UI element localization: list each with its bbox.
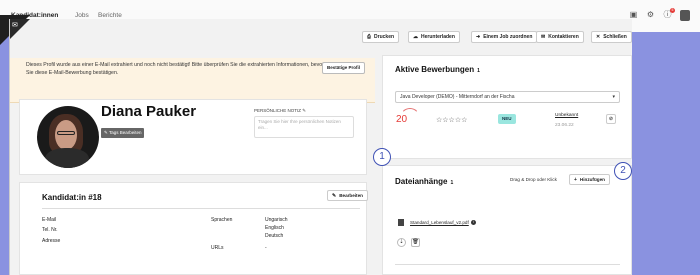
avatar-face: [55, 120, 77, 150]
edit-tags-label: Tags Bearbeiten: [108, 130, 142, 135]
applications-count: 1: [477, 68, 480, 74]
applications-title-text: Aktive Bewerbungen: [395, 65, 475, 74]
add-attachment-button[interactable]: + Hinzufügen: [569, 174, 610, 185]
phone-label: Tel. Nr.: [42, 227, 58, 233]
user-avatar[interactable]: [680, 10, 690, 21]
close-label: Schließen: [603, 34, 627, 40]
job-select[interactable]: Java Developer (DEMO) - Mitterndorf an d…: [395, 91, 620, 103]
applications-title: Aktive Bewerbungen 1: [395, 65, 480, 74]
tab-reports[interactable]: Berichte: [98, 12, 122, 19]
confirm-profile-button[interactable]: Bestätige Profil: [322, 62, 366, 74]
assign-job-label: Einem Job zuordnen: [483, 34, 533, 40]
close-icon: ✕: [596, 34, 601, 40]
candidate-modal: ✉ ⎙ Drucken ☁ Herunterladen ➜ Einem Job zuo…: [9, 19, 632, 275]
edit-tags-button[interactable]: ✎ Tags Bearbeiten: [101, 128, 145, 138]
edit-note-icon: ✎: [302, 108, 307, 113]
candidate-name: Diana Pauker: [101, 103, 197, 120]
envelope-icon: ✉: [541, 34, 546, 40]
language-3: Deutsch: [265, 233, 284, 239]
pipeline-stage-link[interactable]: Unbekannt: [555, 113, 578, 118]
assign-job-button[interactable]: ➜ Einem Job zuordnen: [471, 31, 538, 43]
divider: [42, 208, 360, 209]
email-label: E-Mail: [42, 217, 57, 223]
languages-label: Sprachen: [211, 217, 233, 223]
edit-candidate-label: Bearbeiten: [339, 193, 363, 198]
urls-value: -: [265, 245, 267, 251]
personal-note-input[interactable]: Tragen Sie hier Ihre persönlichen Notize…: [254, 116, 354, 138]
candidate-title: Kandidat:in #18: [42, 193, 102, 202]
contact-label: Kontaktieren: [548, 34, 579, 40]
add-attachment-label: Hinzufügen: [579, 177, 605, 182]
language-2: Englisch: [265, 225, 284, 231]
attachments-count: 1: [450, 180, 454, 186]
rating-stars[interactable]: ☆☆☆☆☆: [436, 116, 467, 124]
download-file-button[interactable]: ⇣: [397, 238, 406, 247]
annotation-marker-1: 1: [373, 148, 391, 166]
tab-jobs[interactable]: Jobs: [75, 12, 89, 19]
attachments-card: Dateianhänge 1 Drag & Drop oder Klick + Hi…: [382, 165, 632, 275]
status-badge[interactable]: NEU: [498, 114, 516, 124]
chevron-down-icon: ▾: [612, 94, 615, 100]
notification-badge: 5: [670, 8, 675, 13]
attachments-title-text: Dateianhänge: [395, 177, 448, 186]
plus-icon: +: [574, 177, 577, 183]
info-icon[interactable]: i: [470, 220, 476, 226]
close-button[interactable]: ✕ Schließen: [591, 31, 632, 43]
attachment-file-name: Standard_Lebenslauf_v2.pdf: [410, 220, 469, 225]
trash-icon: 🗑: [412, 239, 419, 245]
download-label: Herunterladen: [421, 34, 455, 40]
print-label: Drucken: [374, 34, 395, 40]
pdf-file-icon: [398, 219, 404, 226]
arrow-right-icon: ➜: [476, 34, 481, 40]
pencil-icon: ✎: [332, 193, 337, 199]
divider: [395, 264, 620, 265]
print-button[interactable]: ⎙ Drucken: [362, 31, 400, 43]
banner-text: Dieses Profil wurde aus einer E-Mail ext…: [26, 62, 324, 76]
applications-card: Aktive Bewerbungen 1 Java Developer (DEMO…: [382, 55, 632, 159]
candidate-details-card: Kandidat:in #18 ✎ Bearbeiten E-Mail Tel. …: [19, 182, 368, 275]
match-score: 20: [396, 114, 408, 125]
application-date: 23.06.22: [555, 123, 574, 128]
avatar: [37, 106, 99, 168]
edit-candidate-button[interactable]: ✎ Bearbeiten: [327, 190, 368, 201]
attachments-title: Dateianhänge 1: [395, 177, 453, 186]
contact-button[interactable]: ✉ Kontaktieren: [536, 31, 584, 43]
drop-hint: Drag & Drop oder Klick: [510, 177, 557, 182]
download-button[interactable]: ☁ Herunterladen: [408, 31, 460, 43]
language-1: Ungarisch: [265, 217, 288, 223]
attachment-file-link[interactable]: Standard_Lebenslauf_v2.pdf i: [410, 220, 476, 226]
urls-label: URLs: [211, 245, 224, 251]
note-label-text: PERSÖNLICHE NOTIZ: [254, 108, 302, 113]
annotation-marker-2: 2: [614, 162, 632, 180]
avatar-glasses: [57, 131, 75, 135]
delete-file-button[interactable]: 🗑: [411, 238, 420, 247]
email-origin-icon: ✉: [12, 22, 18, 29]
block-icon: ⊘: [608, 116, 614, 122]
avatar-shirt: [45, 148, 89, 168]
printer-icon: ⎙: [367, 34, 372, 40]
job-select-value: Java Developer (DEMO) - Mitterndorf an d…: [400, 94, 515, 100]
chat-icon[interactable]: ▣: [629, 10, 638, 19]
profile-card: Diana Pauker ✎ Tags Bearbeiten PERSÖNLIC…: [19, 99, 367, 175]
address-label: Adresse: [42, 238, 61, 244]
gear-icon[interactable]: ⚙: [646, 10, 655, 19]
download-icon: ☁: [413, 34, 418, 40]
unconfirmed-banner: Dieses Profil wurde aus einer E-Mail ext…: [10, 58, 375, 103]
remove-application-button[interactable]: ⊘: [606, 114, 616, 124]
note-label: PERSÖNLICHE NOTIZ ✎: [254, 108, 306, 114]
download-icon: ⇣: [399, 239, 404, 245]
